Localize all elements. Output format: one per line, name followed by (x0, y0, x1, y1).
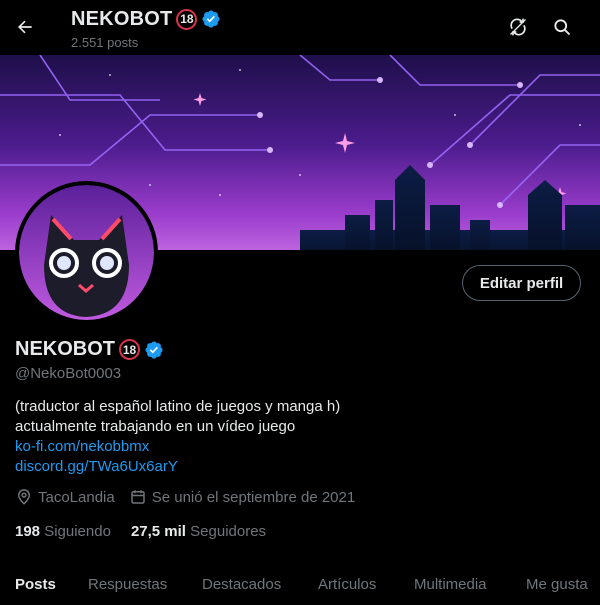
kofi-link[interactable]: ko-fi.com/nekobbmx (15, 437, 340, 457)
profile-tabs: Posts Respuestas Destacados Artículos Mu… (0, 566, 600, 605)
age-badge-icon: 18 (119, 339, 140, 360)
profile-name-row: NEKOBOT 18 (15, 338, 164, 361)
join-date: Se unió el septiembre de 2021 (129, 488, 355, 506)
profile-meta: TacoLandia Se unió el septiembre de 2021 (15, 488, 355, 506)
following-link[interactable]: 198 Siguiendo (15, 523, 111, 540)
tab-highlights[interactable]: Destacados (202, 566, 281, 593)
avatar-image (19, 185, 154, 320)
calendar-icon (130, 490, 145, 504)
profile-bio: (traductor al español latino de juegos y… (15, 397, 340, 477)
tab-articles[interactable]: Artículos (318, 566, 376, 593)
age-badge-icon: 18 (176, 8, 198, 30)
search-button[interactable] (547, 12, 577, 42)
tab-replies[interactable]: Respuestas (88, 566, 167, 593)
tab-posts[interactable]: Posts (15, 566, 56, 593)
tab-likes[interactable]: Me gusta (526, 566, 588, 593)
profile-name: NEKOBOT (15, 338, 115, 360)
location-pin-icon (17, 489, 31, 505)
location-text: TacoLandia (38, 488, 115, 506)
edit-profile-button[interactable]: Editar perfil (462, 265, 581, 301)
location: TacoLandia (15, 488, 115, 506)
verified-badge-icon (202, 10, 220, 28)
following-label: Siguiendo (44, 523, 111, 540)
profile-avatar[interactable] (15, 181, 158, 324)
follow-stats: 198 Siguiendo 27,5 mil Seguidores (15, 523, 266, 540)
arrow-left-icon (18, 20, 32, 34)
refresh-icon (510, 18, 526, 36)
bio-line: actualmente trabajando en un vídeo juego (15, 418, 296, 435)
header-title: NEKOBOT (71, 7, 173, 30)
following-count: 198 (15, 523, 41, 540)
verified-badge-icon[interactable] (144, 340, 164, 360)
join-date-text: Se unió el septiembre de 2021 (151, 488, 356, 506)
profile-handle: @NekoBot0003 (15, 365, 122, 382)
refresh-button[interactable] (503, 12, 533, 42)
top-bar: NEKOBOT 18 2.551 posts (0, 0, 600, 55)
posts-count: 2.551 posts (71, 35, 139, 50)
followers-link[interactable]: 27,5 mil Seguidores (131, 523, 266, 540)
discord-link[interactable]: discord.gg/TWa6Ux6arY (15, 457, 340, 477)
followers-count: 27,5 mil (130, 523, 186, 540)
tab-media[interactable]: Multimedia (414, 566, 487, 593)
search-icon (554, 19, 571, 36)
followers-label: Seguidores (190, 523, 267, 540)
back-button[interactable] (10, 12, 40, 42)
header-title-block: NEKOBOT 18 2.551 posts (71, 7, 221, 50)
bio-line: (traductor al español latino de juegos y… (15, 398, 341, 415)
